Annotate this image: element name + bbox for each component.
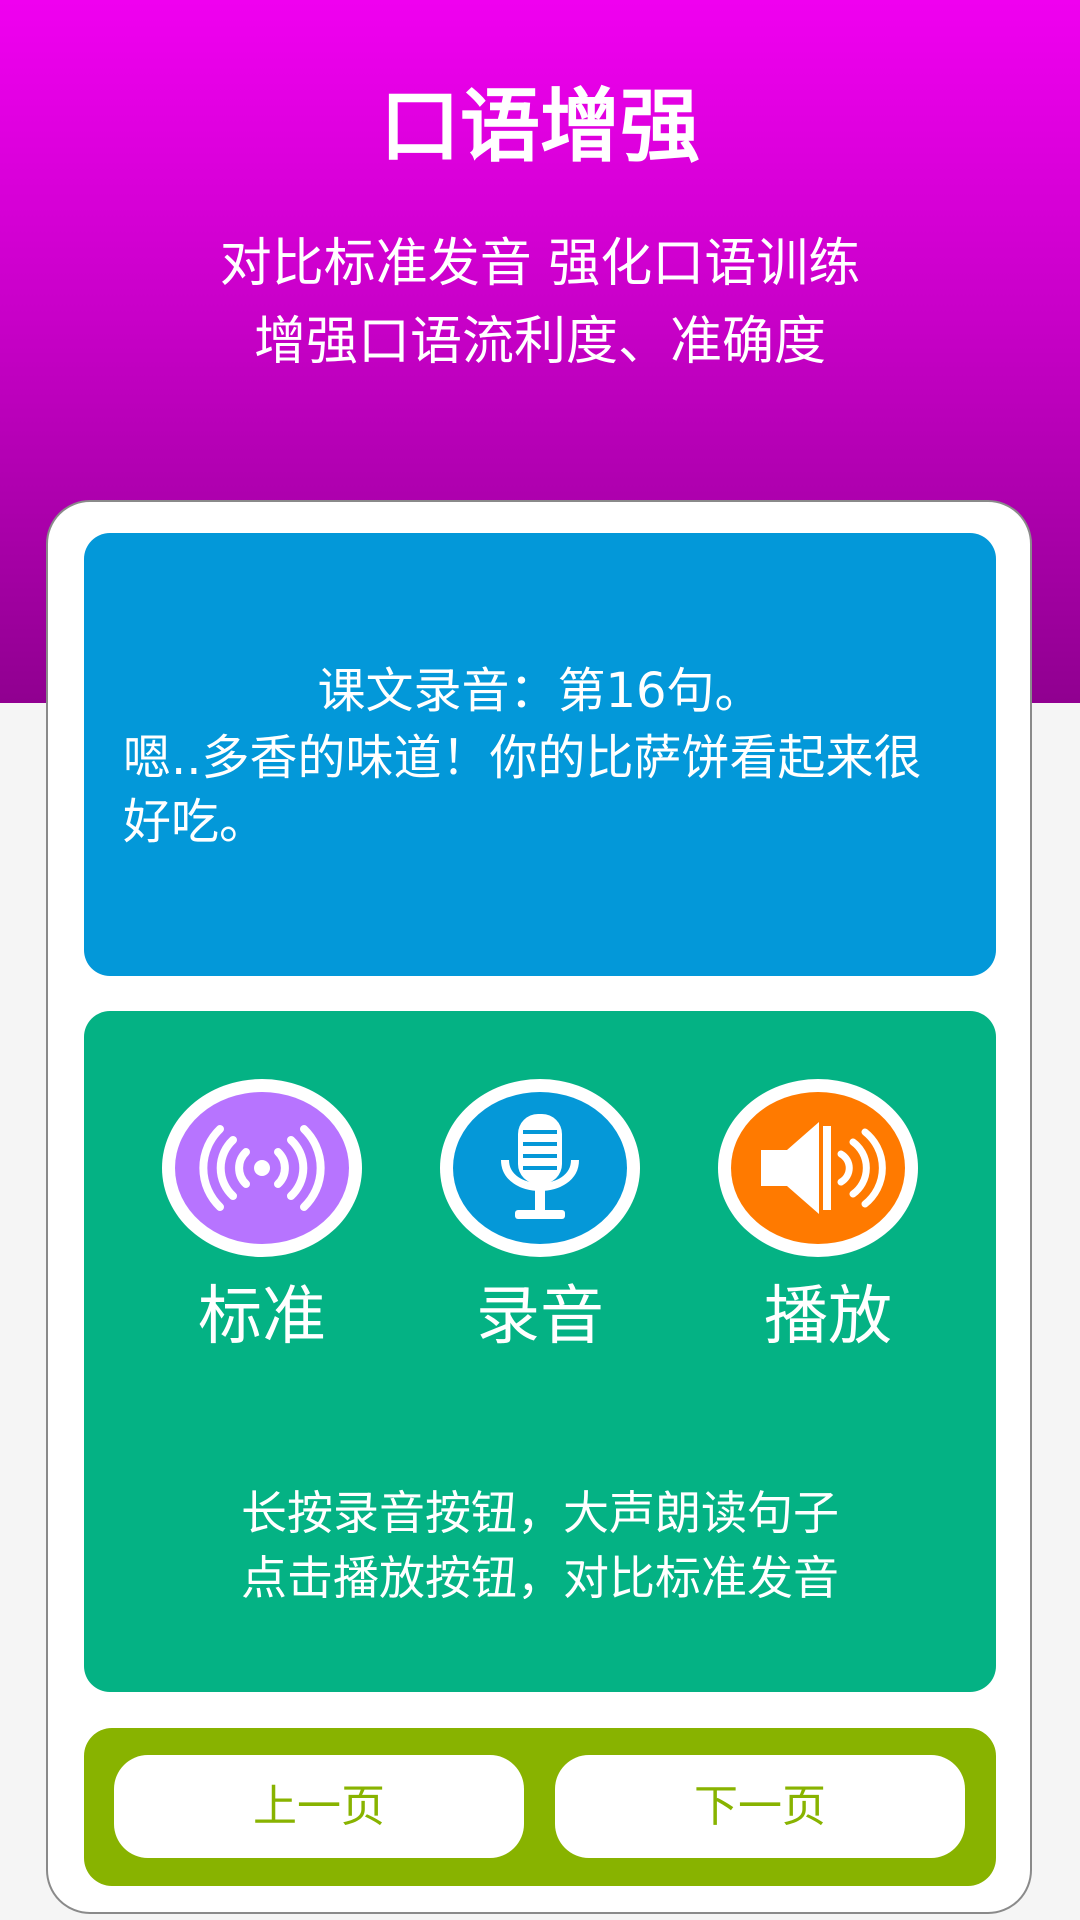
play-button[interactable] (718, 1079, 918, 1257)
next-page-button[interactable]: 下一页 (555, 1755, 965, 1858)
previous-page-button[interactable]: 上一页 (114, 1755, 524, 1858)
speaker-icon (761, 1122, 886, 1214)
page-title: 口语增强 (380, 80, 700, 173)
record-label: 录音 (476, 1280, 604, 1354)
play-circle (731, 1092, 905, 1244)
record-button[interactable] (440, 1079, 640, 1257)
standard-audio-circle (175, 1092, 349, 1244)
page-subtitle-line2: 增强口语流利度、准确度 (253, 312, 826, 372)
sentence-heading: 课文录音：第16句。 (317, 663, 763, 719)
standard-audio-button[interactable] (162, 1079, 362, 1257)
hint-play: 点击播放按钮，对比标准发音 (241, 1551, 839, 1605)
microphone-icon (501, 1114, 579, 1219)
radio-wave-icon (199, 1125, 325, 1211)
sentence-text: 嗯..多香的味道！你的比萨饼看起来很好吃。 (123, 730, 922, 850)
page-subtitle-line1: 对比标准发音 强化口语训练 (219, 234, 861, 294)
hint-record: 长按录音按钮，大声朗读句子 (241, 1486, 839, 1540)
standard-audio-label: 标准 (198, 1280, 326, 1354)
play-label: 播放 (764, 1280, 892, 1354)
record-circle (453, 1092, 627, 1244)
